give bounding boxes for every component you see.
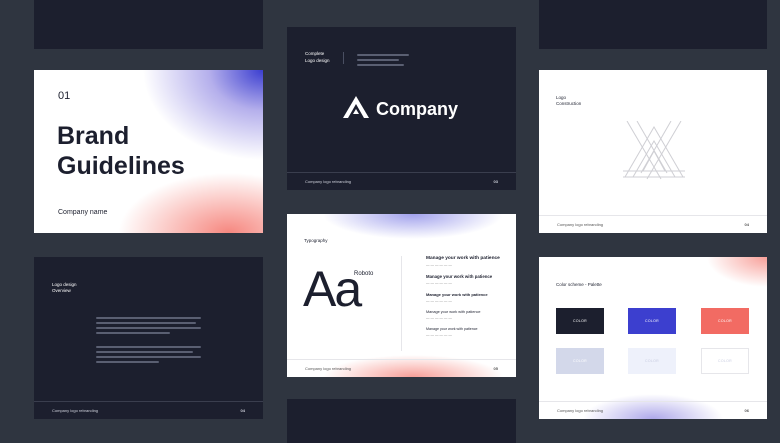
footer-label: Company logo rebranding	[305, 179, 352, 184]
footer-label: Company logo rebranding	[557, 408, 604, 413]
type-samples: Manage your work with patience — — — — — …	[426, 256, 506, 344]
type-row: Manage your work with patience — — — — — …	[426, 256, 500, 267]
color-swatch: COLOR	[628, 308, 676, 334]
type-row: Manage your work with patience — — — — — …	[426, 310, 481, 320]
type-row: Manage your work with patience — — — — — …	[426, 274, 493, 285]
logo-header-line1: Complete	[305, 51, 325, 56]
typography-title: Typography	[304, 238, 328, 243]
footer-page: 04	[240, 408, 245, 413]
company-logo-mark-icon	[343, 96, 369, 123]
footer-label: Company logo rebranding	[305, 366, 352, 371]
slide-bottom-middle[interactable]	[287, 399, 516, 443]
footer-label: Company logo rebranding	[52, 408, 99, 413]
color-swatch: COLOR	[701, 308, 749, 334]
slide-footer: Company logo rebranding 03	[287, 172, 516, 190]
brand-title-line1: Brand	[57, 122, 130, 150]
construction-title-line2: Construction	[556, 101, 582, 106]
company-wordmark: Company	[376, 99, 459, 119]
construction-mark-icon	[623, 120, 685, 188]
slide-top-right[interactable]	[539, 0, 767, 49]
color-swatch: COLOR	[628, 348, 676, 374]
slide-footer: Company logo rebranding 05	[287, 359, 516, 377]
type-row: Manage your work with patience — — — — — …	[426, 292, 488, 303]
slide-top-left[interactable]	[34, 0, 263, 49]
slide-logo-construction[interactable]: Logo Construction Company logo rebrandin…	[539, 70, 767, 233]
footer-page: 05	[493, 366, 498, 371]
color-swatch: COLOR	[701, 348, 749, 374]
logo-header-line2: Logo design	[305, 58, 330, 63]
header-text-lines	[357, 51, 409, 69]
footer-page: 03	[493, 179, 498, 184]
slide-footer: Company logo rebranding 04	[34, 401, 263, 419]
overview-title-line2: Overview	[52, 288, 71, 293]
slide-footer: Company logo rebranding 06	[539, 401, 767, 419]
overview-paragraph-2	[96, 343, 201, 366]
type-row: Manage your work with patience — — — — — …	[426, 327, 478, 337]
footer-page: 06	[744, 408, 749, 413]
font-sample: Aa	[303, 261, 362, 317]
header-divider	[343, 52, 344, 64]
color-scheme-title: Color scheme - Palette	[556, 282, 602, 287]
company-name: Company name	[58, 209, 108, 216]
brand-title-line2: Guidelines	[57, 152, 185, 180]
color-swatch: COLOR	[556, 348, 604, 374]
slide-number: 01	[58, 90, 71, 102]
slide-logo-design[interactable]: Complete Logo design Company Company log…	[287, 27, 516, 190]
slide-footer: Company logo rebranding 04	[539, 215, 767, 233]
slide-typography[interactable]: Typography Roboto Aa Manage your work wi…	[287, 214, 516, 377]
typography-divider	[401, 256, 402, 351]
color-swatch: COLOR	[556, 308, 604, 334]
footer-page: 04	[744, 222, 749, 227]
slide-logo-overview[interactable]: Logo design Overview Company logo rebran…	[34, 257, 263, 419]
slide-color-scheme[interactable]: Color scheme - Palette COLOR COLOR COLOR…	[539, 257, 767, 419]
slide-brand-guidelines[interactable]: 01 Brand Guidelines Company name	[34, 70, 263, 233]
overview-paragraph-1	[96, 314, 201, 337]
footer-label: Company logo rebranding	[557, 222, 604, 227]
